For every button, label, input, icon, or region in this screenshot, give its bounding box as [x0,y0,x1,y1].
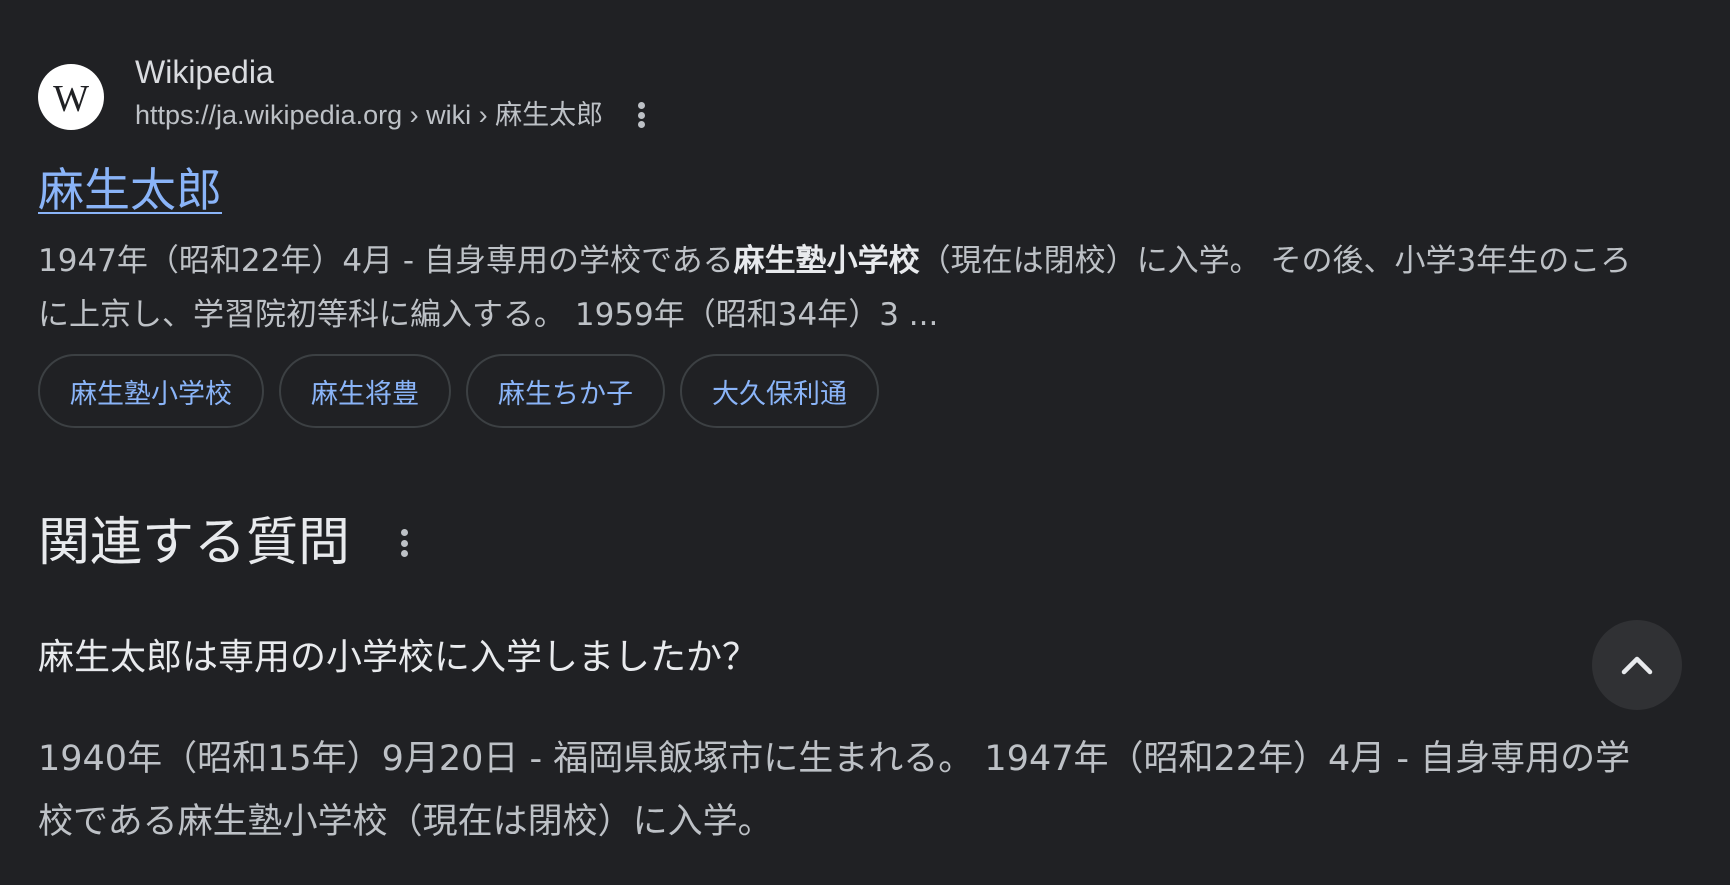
collapse-button[interactable] [1592,620,1682,710]
site-name[interactable]: Wikipedia [135,54,653,90]
site-url[interactable]: https://ja.wikipedia.org › wiki › 麻生太郎 [135,98,603,132]
snippet-text-1: 1947年（昭和22年）4月 - 自身専用の学校である [38,243,734,279]
result-snippet: 1947年（昭和22年）4月 - 自身専用の学校である麻生塾小学校（現在は閉校）… [38,234,1658,342]
question-text: 麻生太郎は専用の小学校に入学しましたか？ [38,637,759,678]
related-chips: 麻生塾小学校 麻生将豊 麻生ちか子 大久保利通 [38,354,879,428]
chevron-up-icon [1621,656,1653,675]
wikipedia-logo-icon[interactable]: W [38,64,104,130]
search-results-page: W Wikipedia https://ja.wikipedia.org › w… [0,0,1730,885]
related-questions-header: 関連する質問 [38,508,416,578]
favicon-letter: W [53,78,89,120]
chip-okubo-toshimichi[interactable]: 大久保利通 [680,354,879,428]
chip-aso-masatoyo[interactable]: 麻生将豊 [279,354,451,428]
more-vert-icon[interactable] [629,102,653,128]
chip-aso-chikako[interactable]: 麻生ちか子 [466,354,665,428]
related-questions-heading: 関連する質問 [38,513,351,573]
related-question-item[interactable]: 麻生太郎は専用の小学校に入学しましたか？ [38,620,1682,710]
question-answer: 1940年（昭和15年）9月20日 - 福岡県飯塚市に生まれる。 1947年（昭… [38,739,1631,842]
snippet-highlight: 麻生塾小学校 [733,243,920,279]
more-vert-icon[interactable] [392,529,416,557]
result-source-header[interactable]: W Wikipedia https://ja.wikipedia.org › w… [38,54,653,132]
chip-aso-juku-elementary[interactable]: 麻生塾小学校 [38,354,264,428]
site-meta: Wikipedia https://ja.wikipedia.org › wik… [135,54,653,132]
result-title-link[interactable]: 麻生太郎 [38,160,222,220]
site-url-row: https://ja.wikipedia.org › wiki › 麻生太郎 [135,98,653,132]
